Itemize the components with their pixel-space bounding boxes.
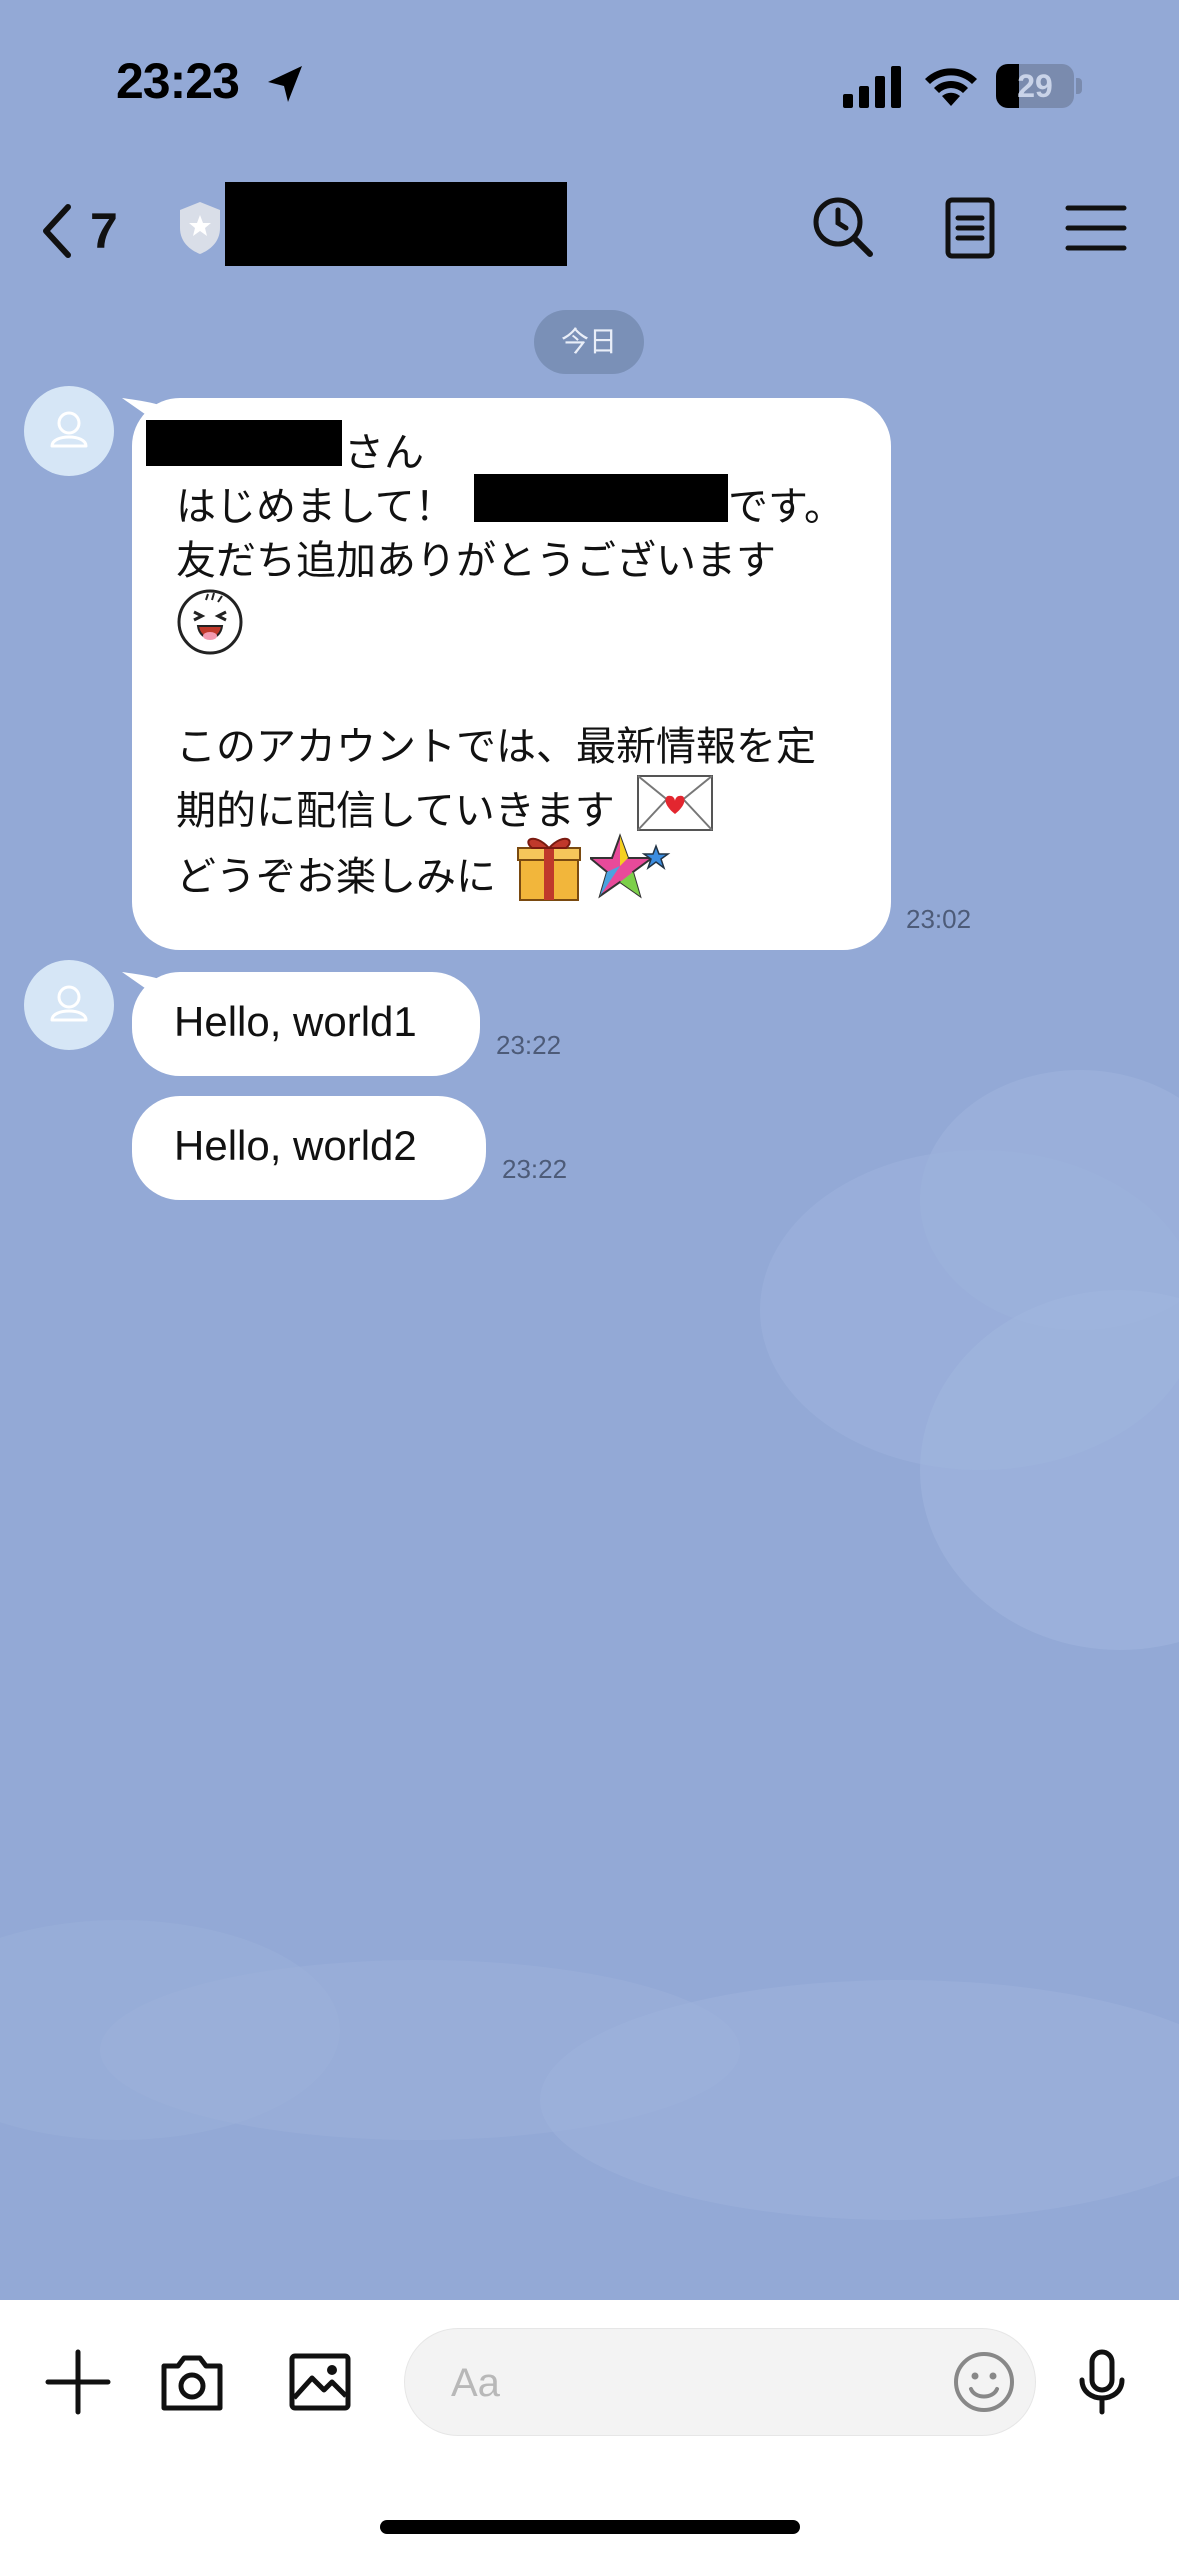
- message-input[interactable]: [451, 2353, 911, 2413]
- message-line: 期的に配信していきます: [176, 788, 615, 834]
- clock: 23:23: [116, 53, 240, 109]
- message-time: 23:02: [906, 904, 972, 934]
- avatar[interactable]: [24, 960, 114, 1050]
- chevron-left-icon: [43, 204, 71, 258]
- gift-icon: [517, 837, 581, 901]
- wifi-icon: [925, 68, 977, 106]
- message-line: さん: [344, 430, 424, 476]
- person-icon: [50, 985, 88, 1022]
- notes-icon[interactable]: [934, 192, 1006, 264]
- mic-icon[interactable]: [1066, 2346, 1138, 2418]
- camera-icon[interactable]: [156, 2346, 228, 2418]
- back-button[interactable]: 7: [36, 196, 146, 266]
- message-input-box[interactable]: [404, 2328, 1036, 2436]
- message-line: です。: [728, 484, 844, 530]
- message-line: はじめまして！: [176, 484, 455, 530]
- chat-name-redacted: [225, 182, 567, 266]
- emoji-icon[interactable]: [951, 2349, 1017, 2415]
- laughing-face-sticker-icon: [177, 589, 243, 655]
- signal-icon: [843, 66, 901, 108]
- recipient-name-redacted: [146, 420, 342, 466]
- message-time: 23:22: [496, 1030, 562, 1060]
- avatar[interactable]: [24, 386, 114, 476]
- unread-count: 7: [90, 203, 118, 259]
- message-bubble[interactable]: Hello, world2: [132, 1096, 486, 1200]
- battery-indicator: 29: [996, 64, 1082, 108]
- battery-level: 29: [1017, 68, 1053, 104]
- message-bubble[interactable]: Hello, world1: [132, 972, 480, 1076]
- message-line: どうぞお楽しみに: [176, 854, 496, 900]
- background-clouds: [0, 1070, 1179, 2220]
- message-time: 23:22: [502, 1154, 568, 1184]
- home-indicator[interactable]: [380, 2520, 800, 2534]
- shield-icon: [180, 202, 220, 254]
- date-separator: 今日: [534, 310, 644, 374]
- message-line: このアカウントでは、最新情報を定: [176, 724, 816, 770]
- location-arrow-icon: [268, 66, 302, 102]
- input-bar: [0, 2300, 1179, 2556]
- message-text: Hello, world1: [174, 998, 417, 1045]
- shooting-star-icon: [590, 833, 671, 899]
- plus-icon[interactable]: [42, 2346, 114, 2418]
- search-icon[interactable]: [808, 192, 880, 264]
- message-line: 友だち追加ありがとうございます: [176, 538, 776, 584]
- person-icon: [50, 411, 88, 448]
- image-icon[interactable]: [284, 2346, 356, 2418]
- menu-icon[interactable]: [1060, 192, 1132, 264]
- love-letter-icon: [637, 775, 713, 831]
- chat-header: 7: [0, 170, 1179, 290]
- sender-name-redacted: [474, 474, 728, 522]
- message-text: Hello, world2: [174, 1122, 417, 1169]
- status-bar: 23:23 29: [0, 0, 1179, 160]
- message-bubble[interactable]: さん はじめまして！ です。 友だち追加ありがとうございます このアカウントでは…: [132, 398, 891, 950]
